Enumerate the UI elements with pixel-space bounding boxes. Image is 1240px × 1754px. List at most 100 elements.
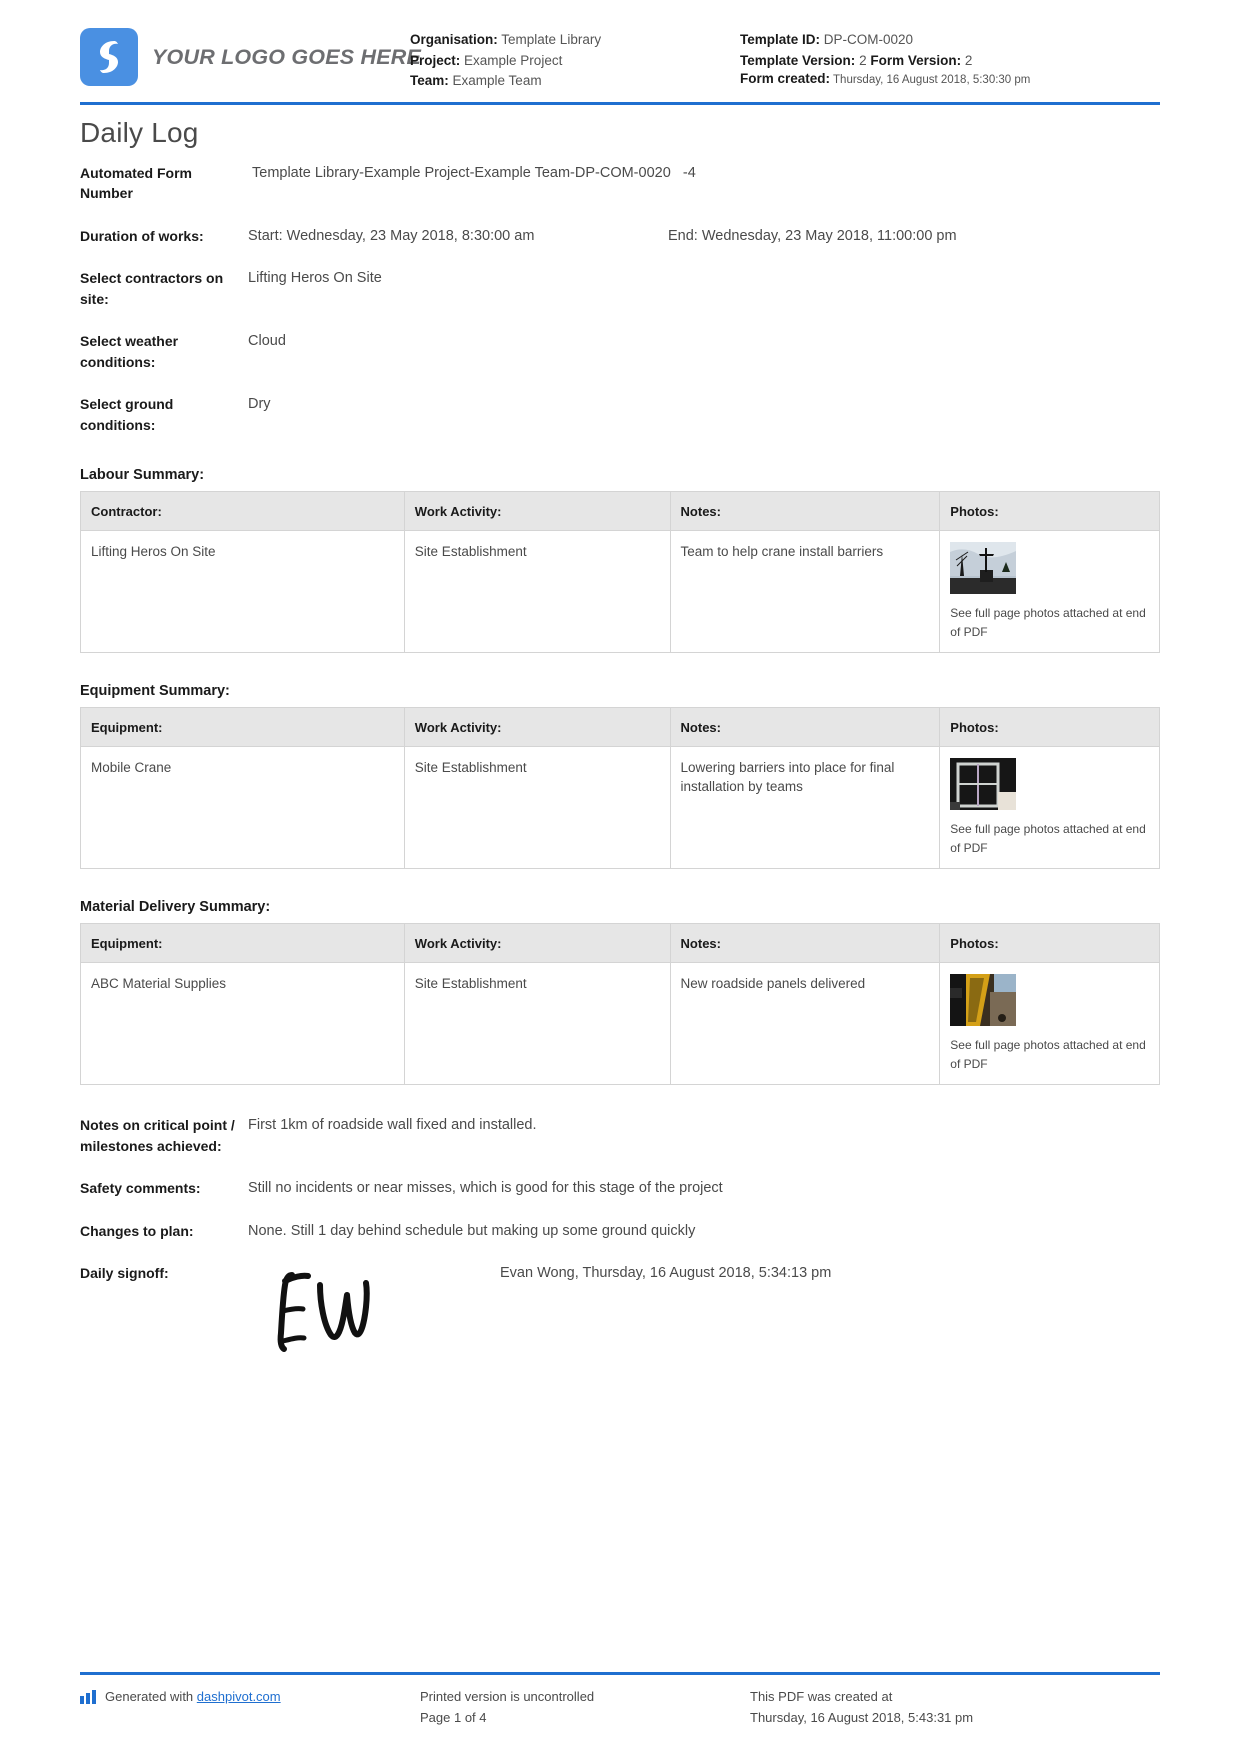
signoff-name-timestamp: Evan Wong, Thursday, 16 August 2018, 5:3…	[500, 1265, 832, 1281]
table-row: ABC Material Supplies Site Establishment…	[80, 962, 1160, 1085]
table-row: Mobile Crane Site Establishment Lowering…	[80, 746, 1160, 869]
team-value: Example Team	[452, 73, 542, 88]
field-label: Select contractors on site:	[80, 270, 224, 307]
cell-photos: See full page photos attached at end of …	[939, 962, 1160, 1085]
template-id-value: DP-COM-0020	[823, 32, 914, 47]
cell-equipment: ABC Material Supplies	[80, 962, 405, 1085]
form-number-suffix: -4	[682, 164, 696, 181]
cell-photos: See full page photos attached at end of …	[939, 746, 1160, 869]
table-header-row: Contractor: Work Activity: Notes: Photos…	[80, 491, 1160, 531]
field-value: Lifting Heros On Site	[248, 270, 382, 286]
photo-caption: See full page photos attached at end of …	[950, 822, 1146, 855]
labour-summary-table: Contractor: Work Activity: Notes: Photos…	[80, 491, 1160, 653]
field-label: Notes on critical point / milestones ach…	[80, 1117, 235, 1154]
cell-work-activity: Site Establishment	[403, 530, 671, 653]
version-row: Template Version: 2 Form Version: 2	[740, 51, 1160, 72]
document-body: Daily Log Automated Form Number Template…	[0, 117, 1240, 1354]
field-safety-comments: Safety comments: Still no incidents or n…	[80, 1178, 1160, 1199]
daily-signoff-row: Daily signoff: Evan Wong, Thursday, 16 A…	[80, 1263, 1160, 1353]
field-changes-to-plan: Changes to plan: None. Still 1 day behin…	[80, 1221, 1160, 1242]
field-duration-of-works: Duration of works: Start: Wednesday, 23 …	[80, 226, 1160, 247]
barrier-panels-photo	[950, 758, 1017, 810]
created-at-value: Thursday, 16 August 2018, 5:43:31 pm	[750, 1710, 974, 1725]
form-created-label: Form created:	[740, 71, 831, 86]
template-version-value: 2	[859, 52, 867, 68]
cell-equipment: Mobile Crane	[80, 746, 405, 869]
form-number-value: Template Library-Example Project-Example…	[252, 164, 671, 181]
field-value: Cloud	[248, 333, 286, 349]
dashpivot-link[interactable]: dashpivot.com	[197, 1686, 281, 1707]
footer-print-status: Printed version is uncontrolled Page 1 o…	[420, 1686, 750, 1728]
signoff-label: Daily signoff:	[80, 1265, 169, 1281]
header-meta-left: Organisation: Template Library Project: …	[410, 22, 740, 92]
column-header-equipment: Equipment:	[80, 923, 405, 963]
cell-work-activity: Site Establishment	[403, 746, 671, 869]
logo-text: YOUR LOGO GOES HERE	[152, 44, 422, 69]
column-header-photos: Photos:	[939, 923, 1160, 963]
generated-with-text: Generated with	[105, 1689, 194, 1704]
template-id-label: Template ID:	[740, 32, 821, 47]
header-divider	[80, 101, 1160, 105]
field-label: Select ground conditions:	[80, 396, 174, 433]
field-value: Still no incidents or near misses, which…	[248, 1180, 723, 1196]
header-meta-right: Template ID: DP-COM-0020 Template Versio…	[740, 22, 1160, 88]
photo-caption: See full page photos attached at end of …	[950, 606, 1146, 639]
signature-image	[248, 1263, 500, 1353]
field-automated-form-number: Automated Form Number Template Library-E…	[80, 163, 1160, 204]
field-select-weather: Select weather conditions: Cloud	[80, 331, 1160, 372]
footer-created-at: This PDF was created at Thursday, 16 Aug…	[750, 1686, 1160, 1728]
field-value: First 1km of roadside wall fixed and ins…	[248, 1117, 537, 1133]
photo-caption: See full page photos attached at end of …	[950, 1038, 1146, 1071]
field-value: Template Library-Example Project-Example…	[248, 163, 1160, 184]
template-id-row: Template ID: DP-COM-0020	[740, 30, 1160, 51]
duration-end: End: Wednesday, 23 May 2018, 11:00:00 pm	[668, 227, 957, 244]
field-select-ground: Select ground conditions: Dry	[80, 394, 1160, 435]
column-header-notes: Notes:	[669, 707, 941, 747]
cell-contractor: Lifting Heros On Site	[80, 530, 405, 653]
cell-work-activity: Site Establishment	[403, 962, 671, 1085]
form-version-label: Form Version:	[870, 52, 962, 68]
form-created-value: Thursday, 16 August 2018, 5:30:30 pm	[833, 74, 1031, 86]
document-page: YOUR LOGO GOES HERE Organisation: Templa…	[0, 0, 1240, 1754]
cell-photos: See full page photos attached at end of …	[939, 530, 1160, 653]
field-label: Safety comments:	[80, 1180, 201, 1196]
bar-chart-icon	[80, 1686, 98, 1710]
cell-notes: Lowering barriers into place for final i…	[669, 746, 941, 869]
material-delivery-summary-table: Equipment: Work Activity: Notes: Photos:…	[80, 923, 1160, 1085]
organisation-value: Template Library	[501, 32, 602, 47]
project-label: Project:	[410, 52, 461, 68]
organisation-label: Organisation:	[410, 32, 498, 47]
page-number: Page 1 of 4	[420, 1710, 487, 1725]
form-version-value: 2	[964, 52, 973, 68]
project-value: Example Project	[464, 52, 563, 68]
column-header-contractor: Contractor:	[80, 491, 405, 531]
equipment-summary-table: Equipment: Work Activity: Notes: Photos:…	[80, 707, 1160, 869]
field-label: Changes to plan:	[80, 1222, 194, 1239]
field-select-contractors: Select contractors on site: Lifting Hero…	[80, 268, 1160, 309]
labour-summary-title: Labour Summary:	[80, 467, 205, 483]
field-label: Duration of works:	[80, 227, 204, 244]
document-footer: Generated with dashpivot.com Printed ver…	[80, 1672, 1160, 1728]
table-header-row: Equipment: Work Activity: Notes: Photos:	[80, 707, 1160, 747]
column-header-work-activity: Work Activity:	[403, 491, 671, 531]
team-label: Team:	[410, 73, 449, 88]
template-version-label: Template Version:	[740, 52, 856, 68]
team-row: Team: Example Team	[410, 71, 740, 92]
field-label: Automated Form Number	[80, 164, 192, 202]
uncontrolled-text: Printed version is uncontrolled	[420, 1689, 595, 1704]
form-created-row: Form created: Thursday, 16 August 2018, …	[740, 71, 1160, 88]
column-header-photos: Photos:	[939, 491, 1160, 531]
cell-notes: Team to help crane install barriers	[669, 530, 941, 653]
equipment-summary-title: Equipment Summary:	[80, 683, 230, 699]
column-header-notes: Notes:	[669, 923, 941, 963]
cell-notes: New roadside panels delivered	[669, 962, 941, 1085]
logo-mark-icon	[80, 28, 138, 86]
table-header-row: Equipment: Work Activity: Notes: Photos:	[80, 923, 1160, 963]
organisation-row: Organisation: Template Library	[410, 30, 740, 51]
company-logo: YOUR LOGO GOES HERE	[80, 22, 421, 86]
footer-generated-with: Generated with dashpivot.com	[80, 1686, 420, 1728]
column-header-work-activity: Work Activity:	[403, 707, 671, 747]
field-milestones-notes: Notes on critical point / milestones ach…	[80, 1115, 1160, 1156]
field-value: Dry	[248, 396, 271, 412]
duration-start: Start: Wednesday, 23 May 2018, 8:30:00 a…	[248, 227, 535, 244]
